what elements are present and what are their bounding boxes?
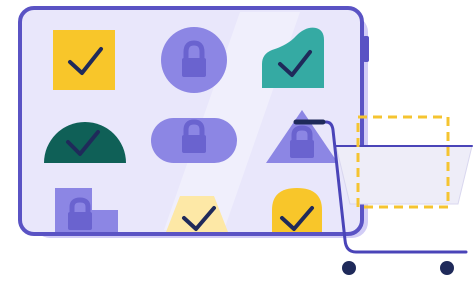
shopping-illustration (18, 6, 473, 275)
window-side-tab (363, 36, 369, 62)
cart-basket (335, 145, 473, 205)
square-shape (53, 30, 115, 90)
cart-wheel-left (342, 261, 356, 275)
tile-circle-lock (161, 27, 227, 93)
tile-arch-check (272, 188, 322, 232)
cart-wheel-right (440, 261, 454, 275)
tile-pill-lock (151, 118, 237, 163)
tile-square-check (53, 30, 115, 90)
